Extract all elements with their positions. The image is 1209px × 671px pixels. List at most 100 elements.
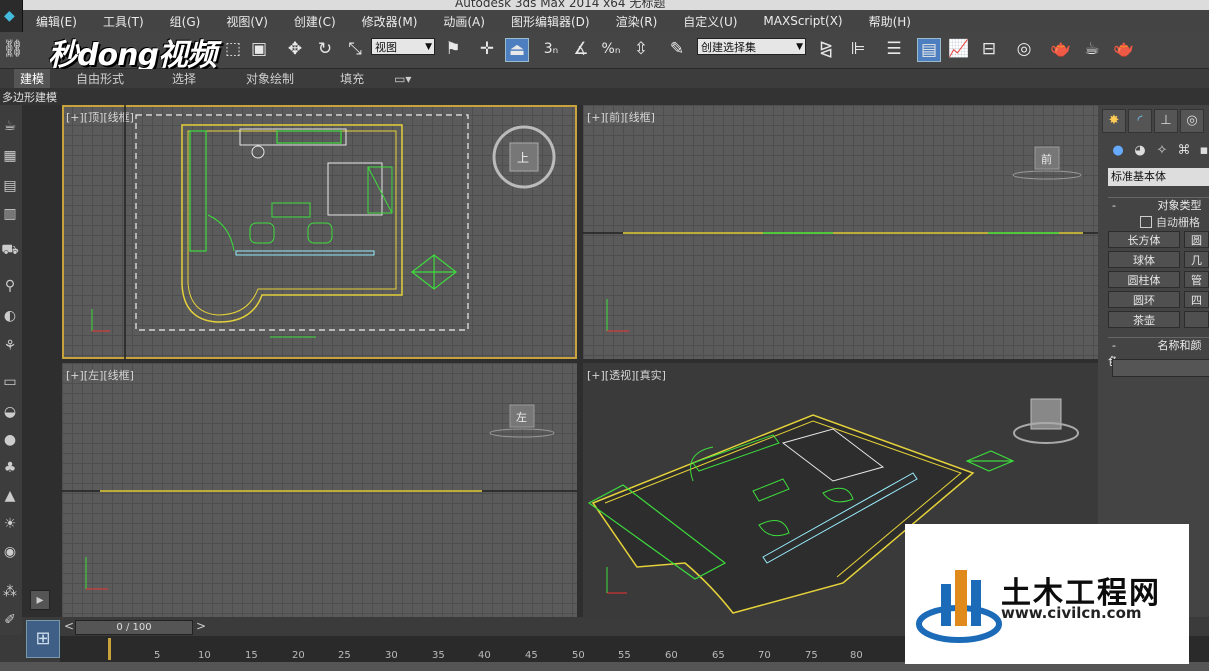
geometry-icon[interactable]: ● bbox=[1108, 141, 1128, 161]
menu-help[interactable]: 帮助(H) bbox=[869, 13, 911, 30]
motion-tab-icon[interactable]: ◎ bbox=[1180, 109, 1204, 133]
keyframe-marker bbox=[108, 638, 111, 660]
align-icon[interactable]: ⊫ bbox=[847, 38, 869, 60]
menu-views[interactable]: 视图(V) bbox=[226, 13, 268, 30]
tick-label: 30 bbox=[385, 650, 398, 661]
menu-create[interactable]: 创建(C) bbox=[294, 13, 336, 30]
time-prev-icon[interactable]: < bbox=[64, 619, 74, 633]
snaps-toggle-icon[interactable]: 3ₙ bbox=[540, 38, 562, 60]
object-type-rollout[interactable]: - 对象类型 bbox=[1108, 197, 1209, 214]
select-manipulate-icon[interactable]: ✛ bbox=[476, 38, 498, 60]
tick-label: 25 bbox=[338, 650, 351, 661]
sun-tool-icon[interactable]: ☀ bbox=[1, 515, 19, 533]
grid-tool-icon[interactable]: ▤ bbox=[1, 177, 19, 195]
viewport-layout-icon[interactable]: ⊞ bbox=[26, 620, 60, 658]
menu-graph-editors[interactable]: 图形编辑器(D) bbox=[511, 13, 590, 30]
helpers-icon[interactable]: ▪ bbox=[1194, 141, 1209, 161]
menu-animation[interactable]: 动画(A) bbox=[443, 13, 485, 30]
link-icon[interactable]: ⛓ bbox=[2, 38, 24, 60]
shapes-icon[interactable]: ◕ bbox=[1130, 141, 1150, 161]
layer-manager-icon[interactable]: ☰ bbox=[883, 38, 905, 60]
modify-tab-icon[interactable]: ◜ bbox=[1128, 109, 1152, 133]
spinner-snap-icon[interactable]: ⇳ bbox=[630, 38, 652, 60]
render-setup-icon[interactable]: 🫖 bbox=[1050, 38, 1072, 60]
menu-group[interactable]: 组(G) bbox=[170, 13, 201, 30]
light-tool-icon[interactable]: ◒ bbox=[1, 403, 19, 421]
create-tab-icon[interactable]: ✸ bbox=[1102, 109, 1126, 133]
window-crossing-icon[interactable]: ▣ bbox=[248, 38, 270, 60]
percent-snap-icon[interactable]: %ₙ bbox=[600, 38, 622, 60]
cone-tool-icon[interactable]: ▲ bbox=[1, 487, 19, 505]
menu-rendering[interactable]: 渲染(R) bbox=[616, 13, 658, 30]
ribbon-tab-object-paint[interactable]: 对象绘制 bbox=[246, 70, 294, 87]
geosphere-button[interactable]: 几 bbox=[1184, 251, 1209, 268]
helper-tool-icon[interactable]: ⚲ bbox=[1, 277, 19, 295]
time-next-icon[interactable]: > bbox=[196, 619, 206, 633]
globe-tool-icon[interactable]: ◉ bbox=[1, 543, 19, 561]
teapot-tool-icon[interactable]: ☕ bbox=[1, 117, 19, 135]
scale-icon[interactable]: ⤡ bbox=[344, 38, 366, 60]
menu-maxscript[interactable]: MAXScript(X) bbox=[763, 14, 842, 28]
geometry-category-dropdown[interactable]: 标准基本体 bbox=[1108, 168, 1209, 186]
reference-coord-dropdown[interactable]: 视图 ▼ bbox=[371, 38, 435, 55]
rendered-frame-window-icon[interactable]: ☕ bbox=[1081, 38, 1103, 60]
keyboard-shortcut-override-icon[interactable]: ⏏ bbox=[505, 38, 529, 62]
toggle-tool-icon[interactable]: ◐ bbox=[1, 307, 19, 325]
select-region-icon[interactable]: ⬚ bbox=[222, 38, 244, 60]
viewport-top[interactable]: [+][顶][线框] 上 bbox=[62, 105, 577, 359]
torus-button[interactable]: 圆环 bbox=[1108, 291, 1180, 308]
schematic-view-icon[interactable]: ⊟ bbox=[978, 38, 1000, 60]
tick-label: 65 bbox=[712, 650, 725, 661]
tick-label: 80 bbox=[850, 650, 863, 661]
tree-tool-icon[interactable]: ♣ bbox=[1, 459, 19, 477]
container-tool-icon[interactable]: ⛟ bbox=[1, 241, 19, 259]
rotate-icon[interactable]: ↻ bbox=[314, 38, 336, 60]
angle-snap-icon[interactable]: ∡ bbox=[570, 38, 592, 60]
hierarchy-tab-icon[interactable]: ⊥ bbox=[1154, 109, 1178, 133]
ribbon-options-icon[interactable]: ▭▾ bbox=[394, 72, 411, 86]
render-production-icon[interactable]: 🫖 bbox=[1113, 38, 1135, 60]
ribbon-panel-label[interactable]: 多边形建模 bbox=[2, 89, 57, 105]
box-button[interactable]: 长方体 bbox=[1108, 231, 1180, 248]
material-editor-icon[interactable]: ◎ bbox=[1013, 38, 1035, 60]
move-icon[interactable]: ✥ bbox=[284, 38, 306, 60]
mirror-icon[interactable]: ⧎ bbox=[815, 38, 837, 60]
name-color-rollout[interactable]: - 名称和颜色 bbox=[1108, 337, 1209, 368]
ribbon-tab-modeling[interactable]: 建模 bbox=[14, 69, 51, 88]
cameras-icon[interactable]: ⌘ bbox=[1174, 141, 1194, 161]
ribbon-tab-populate[interactable]: 填充 bbox=[340, 70, 364, 87]
particles-tool-icon[interactable]: ⁂ bbox=[1, 583, 19, 601]
curve-editor-icon[interactable]: 📈 bbox=[948, 38, 970, 60]
viewport-front[interactable]: [+][前][线框] 前 bbox=[583, 105, 1098, 359]
pyramid-button[interactable]: 四 bbox=[1184, 291, 1209, 308]
menu-edit[interactable]: 编辑(E) bbox=[36, 13, 77, 30]
named-selection-set-dropdown[interactable]: 创建选择集 ▼ bbox=[697, 38, 806, 55]
edit-named-selection-icon[interactable]: ✎ bbox=[666, 38, 688, 60]
app-menu-button[interactable]: ◆ bbox=[0, 0, 23, 32]
expand-toolbar-icon[interactable]: ▸ bbox=[30, 590, 50, 610]
plane-button[interactable] bbox=[1184, 311, 1209, 328]
object-name-input[interactable] bbox=[1112, 359, 1209, 377]
scene-explorer-icon[interactable]: ▤ bbox=[917, 38, 941, 62]
brush-tool-icon[interactable]: ✐ bbox=[1, 611, 19, 629]
box-tool-icon[interactable]: ▭ bbox=[1, 373, 19, 391]
menu-customize[interactable]: 自定义(U) bbox=[683, 13, 737, 30]
autogrid-checkbox[interactable] bbox=[1140, 216, 1152, 228]
teapot-button[interactable]: 茶壶 bbox=[1108, 311, 1180, 328]
frame-counter[interactable]: 0 / 100 bbox=[75, 620, 193, 635]
ribbon-tab-freeform[interactable]: 自由形式 bbox=[76, 70, 124, 87]
render-tool-icon[interactable]: ⚘ bbox=[1, 337, 19, 355]
cone-button[interactable]: 圆 bbox=[1184, 231, 1209, 248]
image-tool-icon[interactable]: ▦ bbox=[1, 147, 19, 165]
layers-tool-icon[interactable]: ▥ bbox=[1, 205, 19, 223]
lights-icon[interactable]: ✧ bbox=[1152, 141, 1172, 161]
pivot-icon[interactable]: ⚑ bbox=[442, 38, 464, 60]
cylinder-button[interactable]: 圆柱体 bbox=[1108, 271, 1180, 288]
menu-tools[interactable]: 工具(T) bbox=[103, 13, 144, 30]
menu-modifiers[interactable]: 修改器(M) bbox=[362, 13, 418, 30]
sphere-tool-icon[interactable]: ● bbox=[1, 431, 19, 449]
viewport-left[interactable]: [+][左][线框] 左 bbox=[62, 363, 577, 617]
tube-button[interactable]: 管 bbox=[1184, 271, 1209, 288]
sphere-button[interactable]: 球体 bbox=[1108, 251, 1180, 268]
ribbon-tab-selection[interactable]: 选择 bbox=[172, 70, 196, 87]
